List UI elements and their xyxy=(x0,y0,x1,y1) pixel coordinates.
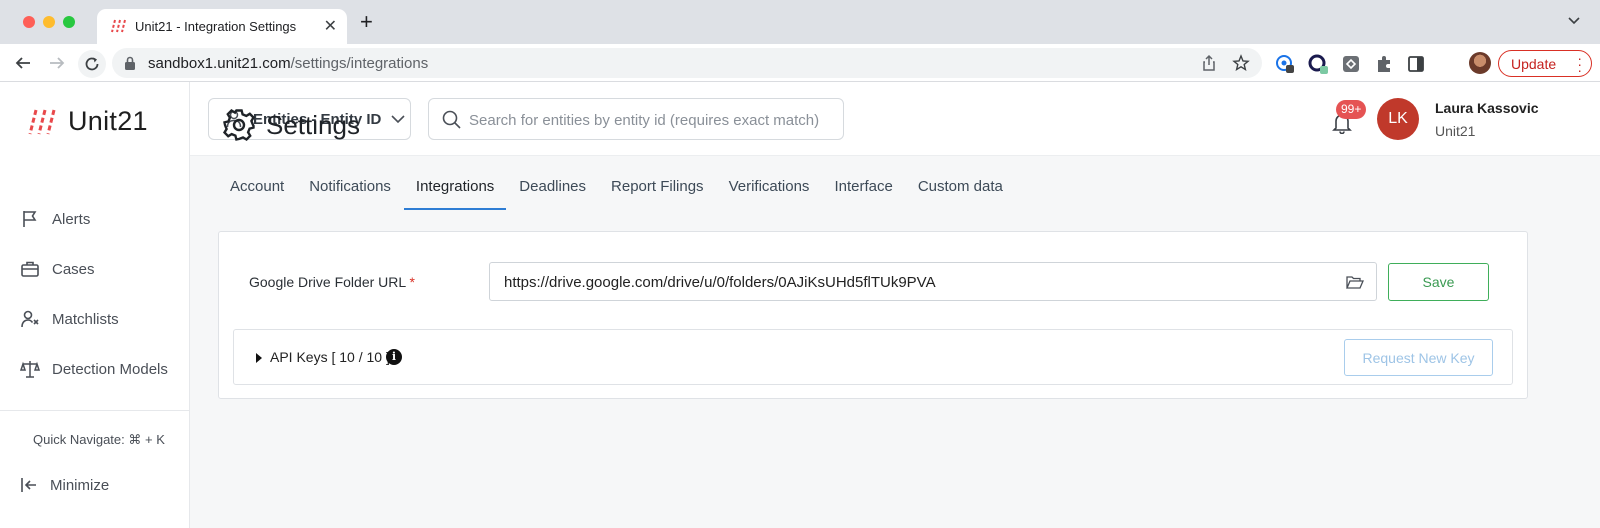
sidebar-divider xyxy=(0,410,190,411)
settings-tabs: Account Notifications Integrations Deadl… xyxy=(218,168,1016,210)
user-avatar[interactable]: LK xyxy=(1377,98,1419,140)
quick-navigate-hint: Quick Navigate: ⌘ + K xyxy=(33,432,165,447)
new-tab-button[interactable]: + xyxy=(360,11,373,33)
bookmark-star-icon[interactable] xyxy=(1232,54,1250,72)
extension-privacy-icon[interactable] xyxy=(1275,54,1295,74)
sidebar-item-label: Detection Models xyxy=(52,360,168,378)
request-new-key-button[interactable]: Request New Key xyxy=(1344,339,1493,376)
gdrive-field-label: Google Drive Folder URL * xyxy=(249,274,415,290)
tab-integrations[interactable]: Integrations xyxy=(403,168,507,210)
browser-tab-bar: Unit21 - Integration Settings ✕ + xyxy=(0,0,1600,44)
side-panel-icon[interactable] xyxy=(1406,54,1426,74)
entity-search[interactable] xyxy=(428,98,844,140)
arrow-right-icon xyxy=(50,57,65,69)
minimize-window-button[interactable] xyxy=(43,16,55,28)
sidebar-item-label: Cases xyxy=(52,260,95,278)
app-topbar: Entities - Entity ID 99+ LK Laura Kassov… xyxy=(190,82,1600,156)
folder-open-icon[interactable] xyxy=(1346,275,1364,290)
back-button[interactable] xyxy=(12,52,34,74)
user-org: Unit21 xyxy=(1435,123,1476,139)
save-button[interactable]: Save xyxy=(1388,263,1489,301)
share-icon[interactable] xyxy=(1200,54,1218,72)
sidebar: Unit21 Alerts Cases Matchlists Detection… xyxy=(0,82,190,528)
tab-interface[interactable]: Interface xyxy=(822,168,904,210)
gear-icon xyxy=(222,108,256,142)
api-keys-toggle[interactable]: API Keys [ 10 / 10 ] xyxy=(270,349,390,365)
page-title: Settings xyxy=(266,109,360,140)
minimize-label: Minimize xyxy=(50,476,110,494)
gdrive-label-text: Google Drive Folder URL xyxy=(249,274,406,290)
integrations-panel: Google Drive Folder URL * Save API Keys … xyxy=(218,231,1528,399)
close-tab-icon[interactable]: ✕ xyxy=(324,16,337,36)
gdrive-url-input[interactable] xyxy=(504,272,1334,292)
address-bar[interactable]: sandbox1.unit21.com/settings/integration… xyxy=(112,48,1262,78)
tab-custom-data[interactable]: Custom data xyxy=(906,168,1015,210)
unit21-favicon-icon xyxy=(111,19,126,33)
page-header: Settings xyxy=(222,108,360,142)
more-menu-icon: · · · xyxy=(1577,50,1582,78)
sidebar-item-label: Matchlists xyxy=(52,310,119,328)
unit21-logo[interactable]: Unit21 xyxy=(28,106,148,137)
scale-icon xyxy=(20,361,40,378)
sidebar-item-alerts[interactable]: Alerts xyxy=(20,209,90,229)
tab-title: Unit21 - Integration Settings xyxy=(135,19,297,34)
app-root: Unit21 Alerts Cases Matchlists Detection… xyxy=(0,82,1600,528)
unit21-logo-icon xyxy=(28,109,56,134)
briefcase-icon xyxy=(21,261,39,277)
sidebar-item-detection-models[interactable]: Detection Models xyxy=(20,359,168,379)
chevron-down-icon xyxy=(391,115,405,124)
profile-avatar[interactable] xyxy=(1469,52,1491,74)
api-keys-count: [ 10 / 10 ] xyxy=(331,349,390,365)
user-x-icon xyxy=(21,310,39,328)
flag-icon xyxy=(23,211,37,227)
api-keys-section: API Keys [ 10 / 10 ] i Request New Key xyxy=(233,329,1513,385)
tab-report-filings[interactable]: Report Filings xyxy=(599,168,716,210)
reload-icon xyxy=(85,57,99,71)
update-label: Update xyxy=(1511,55,1557,72)
reload-button[interactable] xyxy=(78,50,106,78)
expand-caret-icon[interactable] xyxy=(256,353,262,363)
update-button[interactable]: Update · · · xyxy=(1498,50,1592,77)
sidebar-item-label: Alerts xyxy=(52,210,91,228)
extension-box-icon[interactable] xyxy=(1341,54,1361,74)
collapse-left-icon xyxy=(21,478,36,492)
close-window-button[interactable] xyxy=(23,16,35,28)
info-icon[interactable]: i xyxy=(386,349,402,365)
arrow-left-icon xyxy=(15,57,30,69)
tab-verifications[interactable]: Verifications xyxy=(717,168,822,210)
search-icon xyxy=(442,110,461,129)
lock-icon xyxy=(125,56,135,70)
entity-search-input[interactable] xyxy=(469,109,829,131)
maximize-window-button[interactable] xyxy=(63,16,75,28)
forward-button[interactable] xyxy=(46,52,68,74)
extension-c-icon[interactable] xyxy=(1308,54,1328,74)
required-marker: * xyxy=(409,274,415,290)
gdrive-url-field[interactable] xyxy=(489,262,1377,301)
extensions-puzzle-icon[interactable] xyxy=(1374,54,1394,74)
browser-tab-active[interactable]: Unit21 - Integration Settings ✕ xyxy=(97,9,347,44)
sidebar-item-cases[interactable]: Cases xyxy=(20,259,95,279)
tab-deadlines[interactable]: Deadlines xyxy=(507,168,598,210)
tab-notifications[interactable]: Notifications xyxy=(297,168,403,210)
tab-search-chevron-icon[interactable] xyxy=(1568,17,1580,25)
sidebar-item-matchlists[interactable]: Matchlists xyxy=(20,309,119,329)
api-keys-label: API Keys xyxy=(270,349,328,365)
browser-toolbar: sandbox1.unit21.com/settings/integration… xyxy=(0,44,1600,82)
tab-account[interactable]: Account xyxy=(218,168,296,210)
minimize-sidebar-button[interactable]: Minimize xyxy=(20,476,109,494)
logo-text: Unit21 xyxy=(68,106,148,136)
url-text: sandbox1.unit21.com/settings/integration… xyxy=(148,55,429,72)
user-name: Laura Kassovic xyxy=(1435,100,1539,116)
notification-badge: 99+ xyxy=(1336,100,1367,119)
